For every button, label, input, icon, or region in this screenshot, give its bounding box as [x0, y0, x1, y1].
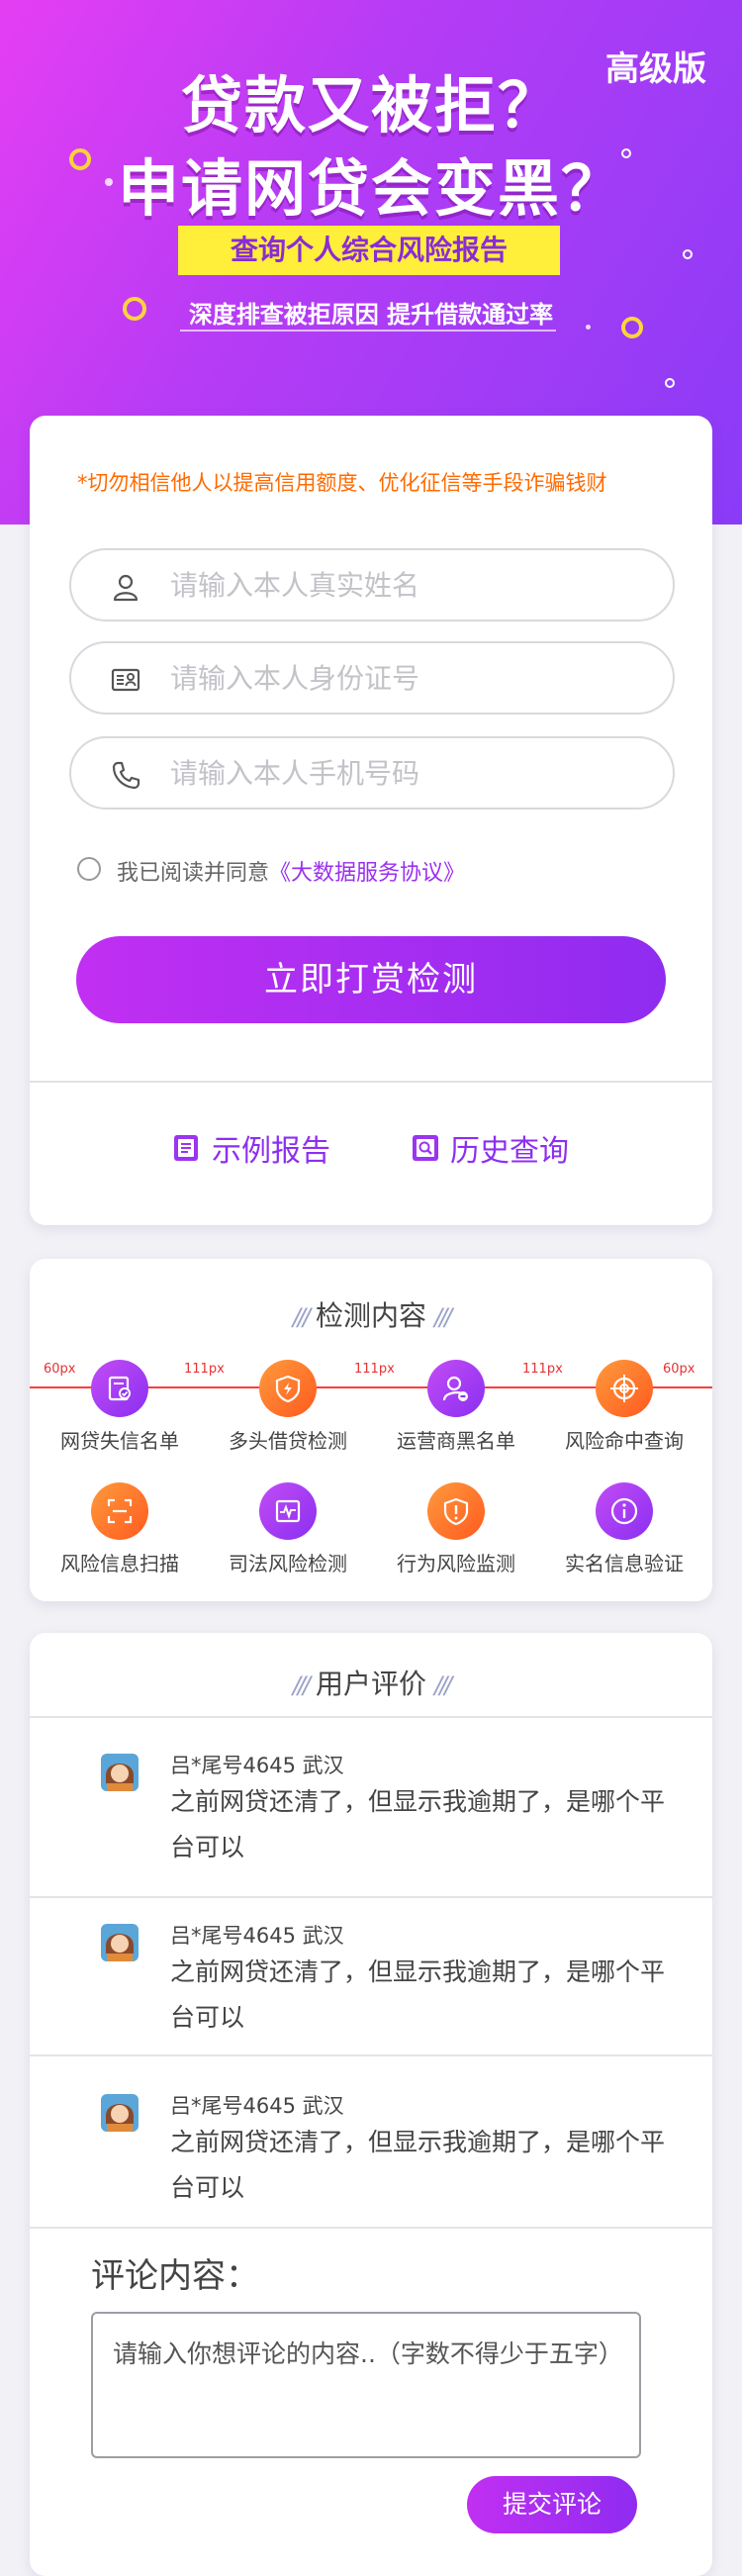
- hero-title-line2: 申请网贷会变黑？: [117, 152, 624, 225]
- avatar: [101, 1924, 139, 1961]
- id-number-input[interactable]: [170, 643, 645, 713]
- comment-label: 评论内容：: [91, 2256, 259, 2296]
- phone-icon: [112, 761, 140, 790]
- item-label: 风险命中查询: [565, 1429, 684, 1453]
- user-minus-icon[interactable]: [427, 1360, 485, 1417]
- item-label: 实名信息验证: [565, 1552, 684, 1575]
- id-field[interactable]: [69, 641, 675, 715]
- reviewer-name: 吕*尾号4645 武汉: [170, 2094, 344, 2118]
- agreement-text: 我已阅读并同意: [117, 861, 270, 886]
- history-query-label: 历史查询: [450, 1134, 569, 1169]
- detection-title-text: 检测内容: [315, 1299, 426, 1332]
- name-input[interactable]: [170, 550, 645, 620]
- spacing-label: 111px: [522, 1362, 563, 1377]
- spacing-label: 60px: [663, 1362, 696, 1377]
- report-banner: 查询个人综合风险报告: [178, 226, 560, 275]
- review-divider: [30, 2227, 712, 2229]
- name-field[interactable]: [69, 548, 675, 621]
- reviewer-name: 吕*尾号4645 武汉: [170, 1754, 344, 1777]
- lightning-shield-icon[interactable]: [259, 1360, 317, 1417]
- review-divider: [30, 1896, 712, 1898]
- report-icon: [174, 1135, 198, 1161]
- sample-report-label: 示例报告: [212, 1134, 330, 1169]
- submit-comment-button[interactable]: 提交评论: [467, 2476, 637, 2533]
- submit-detection-button[interactable]: 立即打赏检测: [76, 936, 666, 1023]
- decor-ring: [665, 378, 675, 388]
- hero-subtitle: 深度排查被拒原因 提升借款通过率: [188, 301, 554, 329]
- agreement-link[interactable]: 《大数据服务协议》: [269, 861, 465, 886]
- title-deco-left: ///: [292, 1303, 311, 1331]
- scan-icon[interactable]: [91, 1482, 148, 1540]
- item-label: 运营商黑名单: [397, 1429, 515, 1453]
- detection-content-card: ///检测内容/// 60px 111px 111px 111px 60px 网…: [30, 1259, 712, 1601]
- reviewer-name: 吕*尾号4645 武汉: [170, 1924, 344, 1948]
- item-label: 网贷失信名单: [60, 1429, 179, 1453]
- item-label: 多头借贷检测: [229, 1429, 347, 1453]
- title-deco-right: ///: [434, 1671, 452, 1699]
- phone-input[interactable]: [170, 738, 645, 808]
- title-deco-left: ///: [292, 1671, 311, 1699]
- pulse-icon[interactable]: [259, 1482, 317, 1540]
- reviews-title-text: 用户评价: [315, 1668, 426, 1700]
- comment-box[interactable]: [91, 2312, 641, 2458]
- form-divider: [30, 1081, 712, 1083]
- review-divider: [30, 1716, 712, 1718]
- crosshair-icon[interactable]: [596, 1360, 653, 1417]
- review-divider: [30, 2054, 712, 2056]
- comment-textarea[interactable]: [113, 2332, 623, 2442]
- history-search-icon: [413, 1135, 438, 1161]
- id-card-icon: [111, 668, 140, 692]
- decor-ring: [683, 249, 693, 259]
- sample-report-link[interactable]: 示例报告: [172, 1128, 330, 1169]
- user-icon: [113, 574, 139, 602]
- spacing-label: 111px: [354, 1362, 395, 1377]
- review-text: 之前网贷还清了，但显示我逾期了，是哪个平台可以: [170, 1957, 666, 2032]
- item-label: 行为风险监测: [397, 1552, 515, 1575]
- alert-shield-icon[interactable]: [427, 1482, 485, 1540]
- title-deco-right: ///: [434, 1303, 452, 1331]
- agreement-radio[interactable]: [77, 857, 101, 881]
- item-label: 风险信息扫描: [60, 1552, 179, 1575]
- review-text: 之前网贷还清了，但显示我逾期了，是哪个平台可以: [170, 2128, 666, 2202]
- subtitle-underline: [180, 330, 556, 332]
- avatar: [101, 2094, 139, 2132]
- hero-title-line1: 贷款又被拒？: [180, 69, 561, 142]
- spacing-label: 60px: [44, 1362, 76, 1377]
- reviews-section-title: ///用户评价///: [30, 1663, 712, 1702]
- query-form-card: *切勿相信他人以提高信用额度、优化征信等手段诈骗钱财 我已阅读并同意《大数据服务…: [30, 416, 712, 1225]
- user-reviews-card: ///用户评价/// 吕*尾号4645 武汉 之前网贷还清了，但显示我逾期了，是…: [30, 1633, 712, 2576]
- avatar: [101, 1754, 139, 1791]
- review-text: 之前网贷还清了，但显示我逾期了，是哪个平台可以: [170, 1787, 666, 1861]
- fraud-warning: *切勿相信他人以提高信用额度、优化征信等手段诈骗钱财: [77, 471, 607, 495]
- agreement-text-wrap: 我已阅读并同意《大数据服务协议》: [117, 855, 465, 887]
- info-icon[interactable]: [596, 1482, 653, 1540]
- detection-section-title: ///检测内容///: [30, 1294, 712, 1334]
- phone-field[interactable]: [69, 736, 675, 810]
- item-label: 司法风险检测: [229, 1552, 347, 1575]
- history-query-link[interactable]: 历史查询: [411, 1128, 569, 1169]
- spacing-label: 111px: [184, 1362, 225, 1377]
- checklist-icon[interactable]: [91, 1360, 148, 1417]
